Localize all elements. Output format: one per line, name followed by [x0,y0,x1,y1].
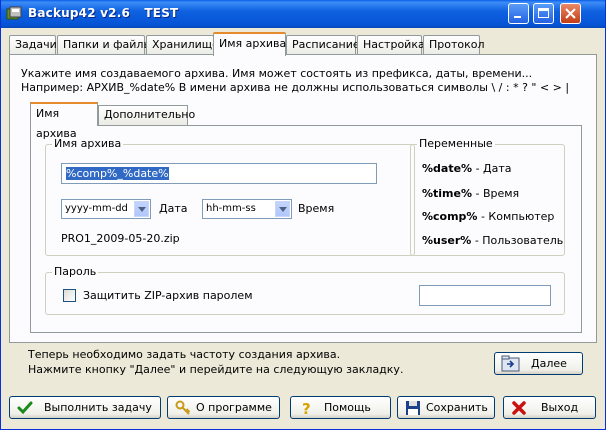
close-button[interactable] [560,3,581,24]
profile-name: TEST [144,6,179,20]
variable-user: %user% - Пользователь [422,234,563,247]
date-label: Дата [159,202,188,215]
next-step-line-2: Нажмите кнопку "Далее" и перейдите на сл… [28,363,404,376]
password-group: Пароль Защитить ZIP-архив паролем [45,265,565,315]
window-title: Backup42 v2.6 TEST [28,6,188,20]
maximize-icon [538,8,549,18]
minimize-button[interactable] [508,3,529,24]
maximize-button[interactable] [533,3,554,24]
instructions: Укажите имя создаваемого архива. Имя мож… [21,67,569,95]
about-button[interactable]: О программе [167,396,280,419]
date-format-value: yyyy-mm-dd [65,203,128,214]
time-format-dropdown-button[interactable] [275,201,290,217]
svg-text:?: ? [302,400,311,416]
subtab-advanced[interactable]: Дополнительно [98,105,195,125]
subtab-panel: Имя архива %comp%_%date% yyyy-mm-dd Дата… [30,125,582,333]
instructions-line-2: Например: АРХИВ_%date% В имени архива не… [21,81,570,94]
help-icon: ? [302,400,311,416]
app-icon [6,6,22,20]
tab-settings[interactable]: Настройка [357,35,425,55]
help-label: Помощь [324,401,371,414]
variable-desc: - Дата [475,162,512,175]
close-icon [512,401,526,415]
variable-comp: %comp% - Компьютер [422,210,554,223]
run-task-label: Выполнить задачу [44,401,152,414]
close-icon [565,8,576,19]
exit-button[interactable]: Выход [503,396,596,419]
floppy-disk-icon [406,401,420,415]
help-button[interactable]: ? Помощь [290,396,391,419]
key-icon [175,400,191,415]
instructions-line-1: Укажите имя создаваемого архива. Имя мож… [21,67,533,80]
app-window: Backup42 v2.6 TEST Задачи Папки и файлы … [0,0,606,430]
variables-group: Переменные %date% - Дата %time% - Время … [410,137,565,256]
tab-folders-files[interactable]: Папки и файлы [57,35,152,55]
variable-name: %user% [422,234,472,247]
run-task-button[interactable]: Выполнить задачу [9,396,161,419]
tab-tasks[interactable]: Задачи [9,35,57,55]
variable-desc: - Компьютер [480,210,555,223]
variable-time: %time% - Время [422,187,519,200]
next-step-line-1: Теперь необходимо задать частоту создани… [28,348,341,361]
date-format-dropdown-button[interactable] [134,201,149,217]
time-format-select[interactable]: hh-mm-ss [202,199,292,219]
chevron-down-icon [279,207,287,212]
date-format-select[interactable]: yyyy-mm-dd [61,199,151,219]
variable-desc: - Время [475,187,520,200]
variable-desc: - Пользователь [474,234,564,247]
password-input[interactable] [419,285,551,306]
next-button-label: Далее [531,357,567,370]
app-name: Backup42 v2.6 [28,6,131,20]
title-bar[interactable]: Backup42 v2.6 TEST [1,0,605,28]
save-label: Сохранить [426,401,488,414]
protect-zip-checkbox[interactable] [63,289,76,302]
chevron-down-icon [138,207,146,212]
tab-archive-name[interactable]: Имя архива [213,32,286,56]
variable-name: %date% [422,162,473,175]
save-button[interactable]: Сохранить [397,396,495,419]
variable-name: %comp% [422,210,478,223]
archive-name-input[interactable]: %comp%_%date% [61,163,377,184]
minimize-icon [514,16,521,18]
time-label: Время [298,202,335,215]
time-format-value: hh-mm-ss [206,203,256,214]
next-button[interactable]: Далее [494,352,583,375]
password-group-label: Пароль [52,265,99,278]
variable-name: %time% [422,187,472,200]
variables-group-label: Переменные [417,137,495,150]
next-tab-icon [501,355,520,372]
archive-name-group: Имя архива %comp%_%date% yyyy-mm-dd Дата… [45,137,415,256]
next-step-hint: Теперь необходимо задать частоту создани… [28,347,403,377]
subtab-archive-name[interactable]: Имя архива [30,102,98,140]
variable-date: %date% - Дата [422,162,512,175]
archive-name-preview: PRO1_2009-05-20.zip [61,232,180,245]
tab-storage[interactable]: Хранилище [146,35,219,55]
exit-label: Выход [541,401,579,414]
protect-zip-label[interactable]: Защитить ZIP-архив паролем [83,289,253,302]
checkmark-icon [17,401,33,415]
tab-schedule[interactable]: Расписание [286,35,360,55]
about-label: О программе [196,401,272,414]
archive-name-value: %comp%_%date% [66,167,169,180]
tab-log[interactable]: Протокол [423,35,485,55]
